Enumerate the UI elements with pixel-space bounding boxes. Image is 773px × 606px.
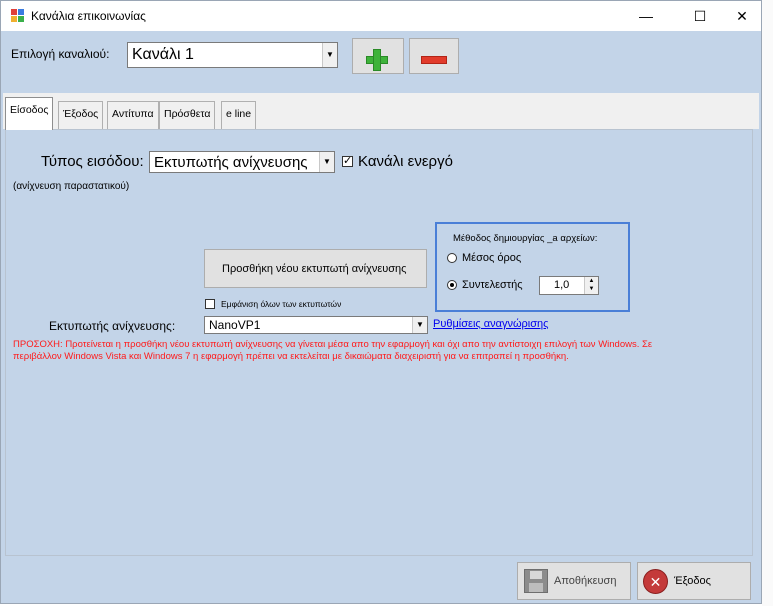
scan-printer-value: NanoVP1: [209, 318, 261, 332]
input-subtitle: (ανίχνευση παραστατικού): [13, 181, 130, 192]
warning-text: ΠΡΟΣΟΧΗ: Προτείνεται η προσθήκη νέου εκτ…: [13, 339, 653, 362]
save-button[interactable]: Αποθήκευση: [517, 562, 631, 600]
channel-label: Επιλογή καναλιού:: [11, 47, 110, 61]
coefficient-radio[interactable]: [447, 280, 457, 290]
coefficient-stepper[interactable]: 1,0 ▲ ▼: [539, 276, 599, 295]
app-icon: [11, 9, 25, 23]
exit-button[interactable]: ✕ Έξοδος: [637, 562, 751, 600]
channel-select[interactable]: Κανάλι 1 ▼: [127, 42, 338, 68]
channel-select-value: Κανάλι 1: [132, 46, 194, 63]
show-all-printers-checkbox[interactable]: [205, 299, 215, 309]
add-channel-button[interactable]: [352, 38, 404, 74]
channel-active-checkbox[interactable]: [342, 154, 353, 167]
exit-icon: ✕: [643, 569, 668, 594]
chevron-down-icon[interactable]: ▼: [322, 43, 337, 67]
show-all-printers-label: Εμφάνιση όλων των εκτυπωτών: [221, 299, 342, 309]
tab-extras[interactable]: Πρόσθετα: [159, 101, 216, 129]
background-window-edge: [762, 0, 773, 606]
close-button[interactable]: ✕: [719, 1, 765, 31]
tab-input[interactable]: Είσοδος: [5, 97, 54, 130]
title-bar: Κανάλια επικοινωνίας — ☐ ✕: [1, 1, 761, 31]
minus-icon: [421, 56, 447, 64]
tab-eline[interactable]: e line: [221, 101, 257, 129]
save-label: Αποθήκευση: [554, 575, 617, 587]
minimize-button[interactable]: —: [623, 1, 669, 31]
input-type-label: Τύπος εισόδου:: [41, 153, 144, 170]
add-scan-printer-button[interactable]: Προσθήκη νέου εκτυπωτή ανίχνευσης: [204, 249, 427, 288]
chevron-down-icon[interactable]: ▼: [412, 317, 427, 333]
recognition-settings-link[interactable]: Ρυθμίσεις αναγνώρισης: [433, 318, 548, 330]
average-label: Μέσος όρος: [462, 252, 522, 264]
add-scan-printer-label: Προσθήκη νέου εκτυπωτή ανίχνευσης: [222, 263, 407, 275]
chevron-down-icon[interactable]: ▼: [319, 152, 334, 172]
window-title: Κανάλια επικοινωνίας: [31, 9, 146, 23]
stepper-arrows-icon[interactable]: ▲ ▼: [584, 277, 598, 294]
coefficient-label: Συντελεστής: [462, 279, 523, 291]
tab-copies[interactable]: Αντίτυπα: [107, 101, 159, 129]
main-window: Κανάλια επικοινωνίας — ☐ ✕ Επιλογή καναλ…: [0, 0, 762, 604]
scan-printer-select[interactable]: NanoVP1 ▼: [204, 316, 428, 334]
tab-output[interactable]: Έξοδος: [58, 101, 104, 129]
remove-channel-button[interactable]: [409, 38, 459, 74]
input-type-select[interactable]: Εκτυπωτής ανίχνευσης ▼: [149, 151, 335, 173]
channel-active-label: Κανάλι ενεργό: [358, 153, 453, 170]
coefficient-value: 1,0: [554, 279, 570, 291]
maximize-button[interactable]: ☐: [677, 1, 723, 31]
input-type-value: Εκτυπωτής ανίχνευσης: [154, 154, 308, 171]
exit-label: Έξοδος: [674, 575, 711, 587]
average-radio[interactable]: [447, 253, 457, 263]
scan-printer-label: Εκτυπωτής ανίχνευσης:: [49, 319, 176, 333]
save-disk-icon: [524, 569, 548, 593]
method-group-title: Μέθοδος δημιουργίας _a αρχείων:: [453, 233, 598, 244]
